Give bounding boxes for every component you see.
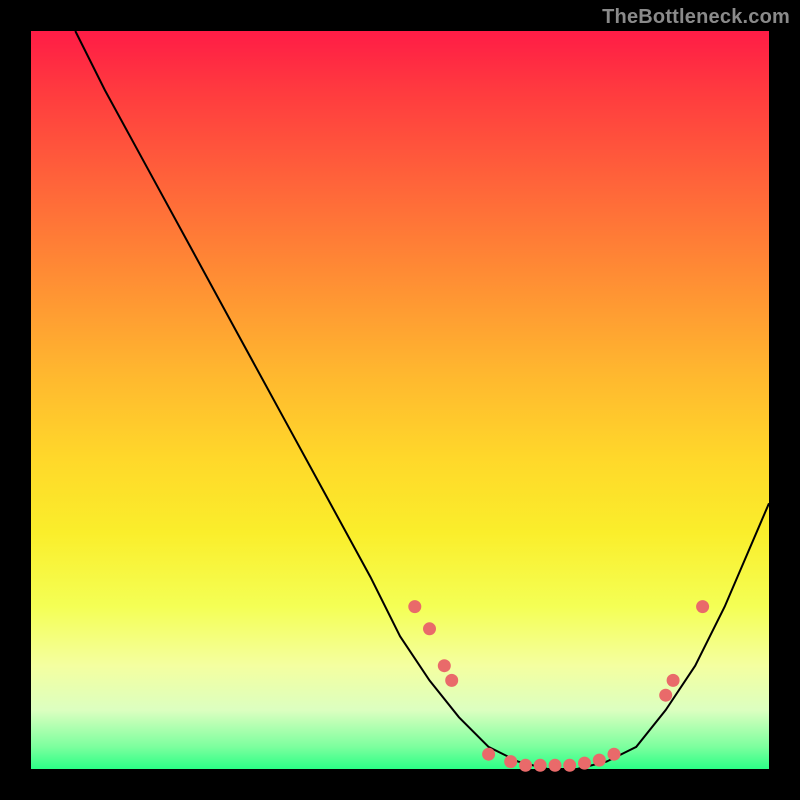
marker-dot: [578, 757, 591, 770]
marker-dot: [445, 674, 458, 687]
marker-dot: [696, 600, 709, 613]
attribution-label: TheBottleneck.com: [602, 6, 790, 29]
marker-dot: [608, 748, 621, 761]
marker-dot: [423, 622, 436, 635]
marker-dot: [519, 759, 532, 772]
chart-container: TheBottleneck.com: [0, 0, 800, 800]
marker-dot: [534, 759, 547, 772]
marker-dot: [593, 754, 606, 767]
plot-area: [31, 31, 769, 769]
marker-dot: [667, 674, 680, 687]
curve-svg: [31, 31, 769, 769]
marker-dot: [504, 755, 517, 768]
marker-dot: [563, 759, 576, 772]
bottleneck-curve: [75, 31, 769, 769]
marker-dot: [438, 659, 451, 672]
marker-dot: [659, 689, 672, 702]
marker-dot: [482, 748, 495, 761]
curve-markers: [408, 600, 709, 772]
marker-dot: [549, 759, 562, 772]
marker-dot: [408, 600, 421, 613]
